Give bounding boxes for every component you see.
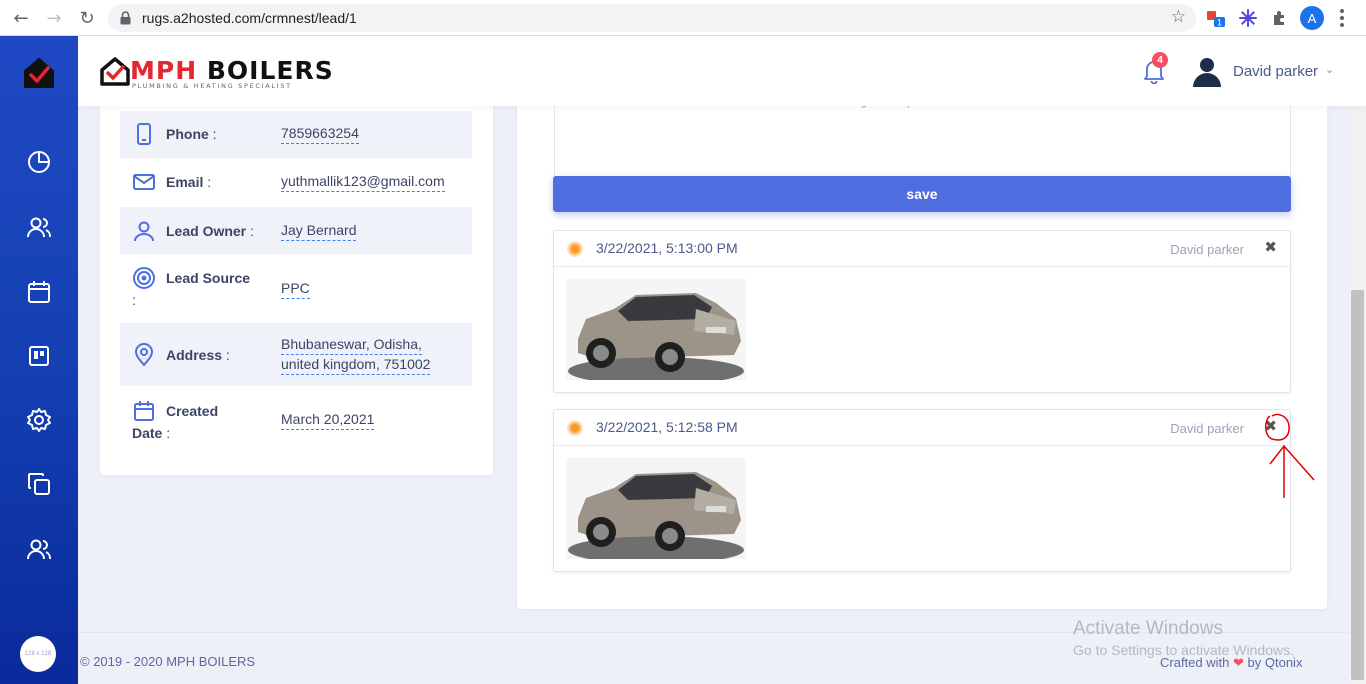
phone-icon bbox=[137, 123, 151, 145]
note-header: 3/22/2021, 5:13:00 PM David parker ✖ bbox=[554, 231, 1290, 267]
extension-badge: 1 bbox=[1217, 18, 1222, 28]
field-label: Lead Owner : bbox=[166, 223, 254, 239]
page-scrollbar[interactable] bbox=[1349, 36, 1366, 684]
field-label: Lead Source bbox=[166, 270, 251, 286]
status-dot-icon bbox=[567, 420, 583, 436]
lead-source-value[interactable]: PPC bbox=[281, 279, 310, 299]
mail-icon bbox=[133, 174, 155, 190]
reload-icon[interactable]: ↻ bbox=[76, 7, 98, 29]
delete-note-icon[interactable]: ✖ bbox=[1264, 238, 1277, 256]
settings-gear-icon[interactable] bbox=[25, 406, 53, 434]
note-item: 3/22/2021, 5:12:58 PM David parker ✖ bbox=[553, 409, 1291, 572]
field-label: Email : bbox=[166, 174, 212, 190]
field-label-line2: Date : bbox=[132, 425, 171, 441]
lead-field-email: Email : yuthmallik123@gmail.com bbox=[120, 158, 472, 207]
user-icon bbox=[134, 221, 154, 242]
file-dropzone[interactable]: Drag and drop a file here or click bbox=[554, 96, 1291, 178]
lead-info-card: Phone : 7859663254 Email : yuthmallik123… bbox=[100, 96, 493, 475]
phone-value[interactable]: 7859663254 bbox=[281, 124, 359, 144]
puzzle-extensions-icon[interactable] bbox=[1270, 8, 1290, 28]
note-header: 3/22/2021, 5:12:58 PM David parker ✖ bbox=[554, 410, 1290, 446]
field-label: Phone : bbox=[166, 126, 217, 142]
dashboard-pie-icon[interactable] bbox=[25, 148, 53, 176]
notes-card: Drag and drop a file here or click save … bbox=[517, 96, 1327, 609]
app-header: MPH BOILERS PLUMBING & HEATING SPECIALIS… bbox=[78, 36, 1366, 106]
note-date: 3/22/2021, 5:13:00 PM bbox=[596, 240, 738, 256]
app-logo-icon[interactable] bbox=[22, 56, 56, 90]
lead-owner-value[interactable]: Jay Bernard bbox=[281, 221, 357, 241]
note-date: 3/22/2021, 5:12:58 PM bbox=[596, 419, 738, 435]
email-value[interactable]: yuthmallik123@gmail.com bbox=[281, 172, 445, 192]
browser-toolbar: ← → ↻ rugs.a2hosted.com/crmnest/lead/1 ☆… bbox=[0, 0, 1366, 36]
calendar-icon[interactable] bbox=[25, 278, 53, 306]
notification-badge: 4 bbox=[1152, 52, 1168, 68]
windows-watermark-title: Activate Windows bbox=[1073, 618, 1223, 639]
note-item: 3/22/2021, 5:13:00 PM David parker ✖ bbox=[553, 230, 1291, 393]
suv-photo[interactable] bbox=[566, 458, 746, 559]
users-icon[interactable] bbox=[25, 214, 53, 242]
profile-avatar[interactable]: A bbox=[1300, 6, 1324, 30]
scroll-thumb[interactable] bbox=[1351, 290, 1364, 680]
address-line2[interactable]: united kingdom, 751002 bbox=[281, 355, 431, 375]
lock-icon bbox=[120, 11, 131, 25]
browser-menu-icon[interactable] bbox=[1340, 9, 1344, 27]
lead-field-owner: Lead Owner : Jay Bernard bbox=[120, 207, 472, 254]
user-name[interactable]: David parker bbox=[1233, 63, 1318, 80]
extension-icon[interactable]: 1 bbox=[1206, 8, 1226, 28]
brand-tagline: PLUMBING & HEATING SPECIALIST bbox=[132, 82, 292, 90]
sidebar-avatar[interactable]: 128 x 128 bbox=[20, 636, 56, 672]
url-text: rugs.a2hosted.com/crmnest/lead/1 bbox=[142, 10, 357, 26]
forward-icon[interactable]: → bbox=[43, 7, 65, 29]
bookmark-star-icon[interactable]: ☆ bbox=[1171, 7, 1186, 27]
lead-field-source: Lead Source : PPC bbox=[120, 254, 472, 323]
brand-logo[interactable]: MPH BOILERS PLUMBING & HEATING SPECIALIS… bbox=[100, 56, 350, 92]
team-icon[interactable] bbox=[25, 536, 53, 564]
brand-prefix: MPH bbox=[130, 56, 198, 85]
field-colon: : bbox=[132, 292, 136, 308]
chevron-down-icon[interactable]: ⌄ bbox=[1325, 63, 1334, 76]
suv-photo[interactable] bbox=[566, 279, 746, 380]
lead-field-created: Created Date : March 20,2021 bbox=[120, 386, 472, 448]
board-icon[interactable] bbox=[25, 342, 53, 370]
snowflake-extension-icon[interactable] bbox=[1238, 8, 1258, 28]
field-label: Address : bbox=[166, 347, 230, 363]
copy-icon[interactable] bbox=[25, 470, 53, 498]
back-icon[interactable]: ← bbox=[10, 7, 32, 29]
lead-field-address: Address : Bhubaneswar, Odisha, united ki… bbox=[120, 323, 472, 386]
credit-link[interactable]: by Qtonix bbox=[1248, 655, 1303, 670]
map-pin-icon bbox=[134, 343, 154, 367]
address-bar[interactable]: rugs.a2hosted.com/crmnest/lead/1 ☆ bbox=[108, 4, 1196, 32]
field-label: Created bbox=[166, 403, 219, 419]
brand-house-icon bbox=[100, 57, 130, 86]
calendar-icon bbox=[134, 401, 154, 421]
status-dot-icon bbox=[567, 241, 583, 257]
user-avatar-icon[interactable] bbox=[1190, 54, 1224, 88]
footer-copyright: © 2019 - 2020 MPH BOILERS bbox=[80, 654, 256, 669]
brand-title: MPH BOILERS bbox=[130, 56, 334, 85]
lead-field-phone: Phone : 7859663254 bbox=[120, 111, 472, 158]
save-button[interactable]: save bbox=[553, 176, 1291, 212]
address-line1[interactable]: Bhubaneswar, Odisha, bbox=[281, 335, 422, 355]
brand-name: BOILERS bbox=[206, 56, 334, 85]
footer-credit: Crafted with ❤ by Qtonix bbox=[1160, 655, 1303, 671]
heart-icon: ❤ bbox=[1233, 656, 1244, 671]
sidebar: 128 x 128 bbox=[0, 36, 78, 684]
created-date-value[interactable]: March 20,2021 bbox=[281, 410, 375, 430]
target-icon bbox=[133, 267, 155, 289]
note-author: David parker bbox=[1170, 421, 1244, 436]
red-annotation-arrow bbox=[1265, 413, 1315, 498]
note-author: David parker bbox=[1170, 242, 1244, 257]
